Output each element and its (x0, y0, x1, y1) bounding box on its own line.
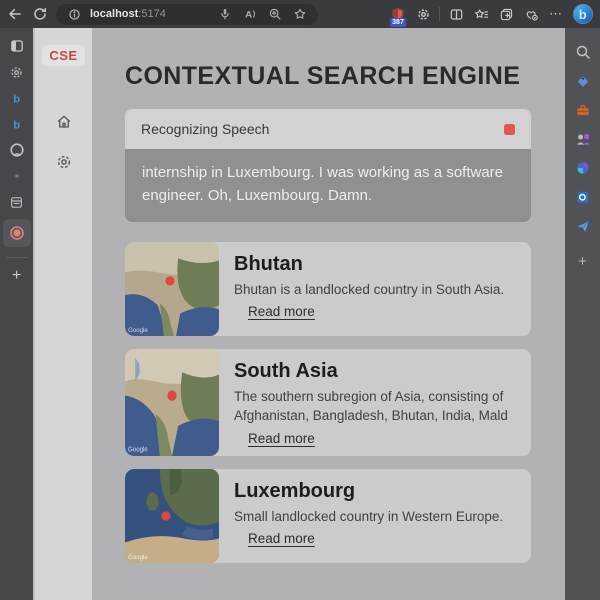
vertical-tabs-toggle-icon[interactable] (8, 37, 26, 55)
microsoft-365-icon[interactable] (574, 159, 591, 176)
zoom-in-icon[interactable] (266, 5, 284, 23)
read-more-link[interactable]: Read more (248, 304, 315, 319)
customize-sidebar-button[interactable]: + (578, 253, 587, 270)
map-thumbnail-south-asia: Google (125, 241, 219, 336)
reader-tab-icon[interactable] (8, 193, 26, 211)
drop-icon[interactable] (574, 217, 591, 234)
sidebar-search-icon[interactable] (574, 43, 591, 60)
main-content: CONTEXTUAL SEARCH ENGINE Recognizing Spe… (92, 28, 565, 600)
favorite-star-icon[interactable] (291, 5, 309, 23)
url-text: localhost:5174 (90, 8, 166, 20)
map-thumbnail-south-asia: Google (125, 348, 219, 456)
shopping-icon[interactable] (574, 72, 591, 89)
result-cards: Google Bhutan Bhutan is a landlocked cou… (125, 241, 531, 563)
card-description: Bhutan is a landlocked country in South … (234, 281, 505, 297)
card-description: Small landlocked country in Western Euro… (234, 508, 504, 524)
card-body: Luxembourg Small landlocked country in W… (219, 469, 517, 563)
card-title: Luxembourg (234, 479, 356, 502)
loading-tab-icon[interactable] (8, 167, 26, 185)
speech-status-text: Recognizing Speech (141, 121, 270, 137)
vertical-tabs-strip: b b + (0, 28, 33, 600)
svg-text:Google: Google (128, 446, 148, 453)
read-more-link[interactable]: Read more (248, 431, 315, 446)
result-card[interactable]: Google South Asia The southern subregion… (125, 348, 531, 456)
settings-icon[interactable] (54, 152, 74, 172)
bing-tab-icon[interactable]: b (8, 115, 26, 133)
site-info-icon[interactable] (65, 5, 83, 23)
adblock-extension-icon[interactable]: 387 (389, 5, 407, 27)
back-icon[interactable] (6, 5, 24, 23)
settings-more-icon[interactable]: ⋯ (547, 5, 565, 23)
tools-icon[interactable] (574, 101, 591, 118)
bing-copilot-icon[interactable]: b (572, 3, 594, 25)
page-title: CONTEXTUAL SEARCH ENGINE (125, 62, 521, 90)
result-card[interactable]: Google Bhutan Bhutan is a landlocked cou… (125, 241, 531, 336)
refresh-icon[interactable] (31, 5, 49, 23)
edge-sidebar: + (565, 28, 600, 600)
extension-badge: 387 (390, 18, 406, 27)
url-port: :5174 (138, 8, 166, 20)
speech-status-bar: Recognizing Speech (125, 109, 531, 149)
card-description: The southern subregion of Asia, consisti… (234, 388, 508, 424)
card-title: South Asia (234, 359, 338, 382)
app-sidebar: CSE (35, 28, 92, 600)
games-icon[interactable] (574, 130, 591, 147)
read-more-link[interactable]: Read more (248, 531, 315, 546)
svg-text:b: b (13, 93, 20, 105)
split-screen-icon[interactable] (447, 5, 465, 23)
webpage: CSE CONTEXTUAL SEARCH ENGINE Recognizing… (33, 28, 565, 600)
result-card[interactable]: Google Luxembourg Small landlocked count… (125, 468, 531, 563)
stop-recording-button[interactable] (504, 123, 515, 135)
card-body: South Asia The southern subregion of Asi… (219, 349, 531, 456)
outlook-icon[interactable] (574, 188, 591, 205)
svg-text:b: b (579, 7, 587, 22)
main-row: b b + CSE CONTEXTUAL SEARCH ENGINE Recog… (0, 28, 600, 600)
speech-transcript: internship in Luxembourg. I was working … (125, 149, 531, 222)
extension-gear-icon[interactable] (414, 5, 432, 23)
svg-text:A: A (245, 10, 252, 21)
address-bar[interactable]: localhost:5174 A (56, 3, 318, 25)
url-host: localhost (90, 8, 139, 20)
speech-panel: Recognizing Speech internship in Luxembo… (125, 109, 531, 222)
browser-essentials-icon[interactable] (522, 5, 540, 23)
app-logo: CSE (42, 45, 85, 66)
map-thumbnail-europe: Google (125, 468, 219, 563)
browser-toolbar: localhost:5174 A 387 ⋯ b (0, 0, 600, 28)
home-icon[interactable] (54, 112, 74, 132)
read-aloud-icon[interactable]: A (241, 5, 259, 23)
favorites-icon[interactable] (472, 5, 490, 23)
tabs-divider (5, 257, 28, 258)
svg-text:Google: Google (128, 554, 148, 561)
microphone-icon[interactable] (216, 5, 234, 23)
card-title: Bhutan (234, 252, 303, 275)
active-tab-recording[interactable] (2, 219, 31, 247)
bing-tab-icon[interactable]: b (8, 89, 26, 107)
svg-text:Google: Google (128, 326, 148, 333)
github-tab-icon[interactable] (8, 141, 26, 159)
settings-tab-icon[interactable] (8, 63, 26, 81)
card-body: Bhutan Bhutan is a landlocked country in… (219, 242, 518, 336)
svg-text:b: b (13, 119, 20, 131)
collections-icon[interactable] (497, 5, 515, 23)
toolbar-divider (439, 7, 440, 21)
new-tab-button[interactable]: + (12, 268, 21, 284)
